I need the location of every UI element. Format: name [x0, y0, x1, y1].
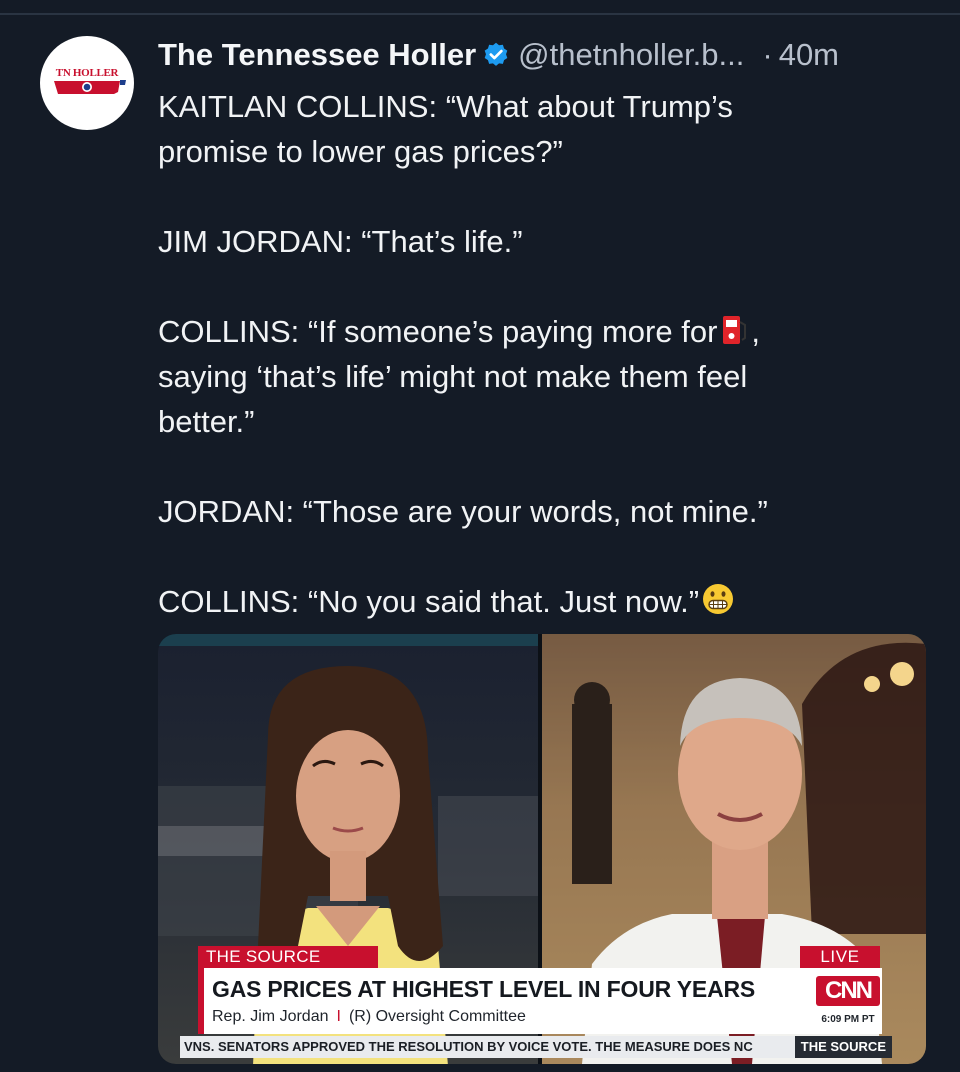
news-ticker: VNS. SENATORS APPROVED THE RESOLUTION BY…: [180, 1036, 892, 1058]
text-line: JORDAN: “Those are your words, not mine.…: [158, 494, 768, 529]
text-line: saying ‘that’s life’ might not make them…: [158, 359, 748, 394]
video-thumbnail[interactable]: THE SOURCE LIVE GAS PRICES AT HIGHEST LE…: [158, 634, 926, 1064]
headline: GAS PRICES AT HIGHEST LEVEL IN FOUR YEAR…: [212, 976, 756, 1002]
text-segment: COLLINS: “If someone’s paying more for: [158, 314, 718, 349]
headline-box: GAS PRICES AT HIGHEST LEVEL IN FOUR YEAR…: [198, 968, 882, 1034]
caption-separator: I: [336, 1008, 341, 1025]
text-segment: COLLINS: “No you said that. Just now.”: [158, 584, 700, 619]
guest-name: Rep. Jim Jordan: [212, 1008, 329, 1025]
tennessee-logo-icon: [54, 80, 126, 94]
news-lower-third: THE SOURCE LIVE GAS PRICES AT HIGHEST LE…: [158, 942, 926, 1064]
grimacing-face-icon: [703, 584, 734, 614]
live-badge: LIVE: [800, 946, 880, 968]
text-line: JIM JORDAN: “That’s life.”: [158, 224, 523, 259]
text-line: COLLINS: “No you said that. Just now.”: [158, 579, 878, 624]
text-line: better.”: [158, 404, 255, 439]
broadcast-clock: 6:09 PM PT: [821, 1014, 875, 1025]
show-name-tag: THE SOURCE: [198, 946, 378, 968]
ticker-show-name: THE SOURCE: [794, 1036, 892, 1058]
separator-dot: ·: [762, 37, 773, 72]
avatar-text: TN HOLLER: [55, 67, 119, 79]
post-text: KAITLAN COLLINS: “What about Trump’s pro…: [158, 84, 878, 624]
ticker-text: VNS. SENATORS APPROVED THE RESOLUTION BY…: [184, 1039, 753, 1054]
text-line: COLLINS: “If someone’s paying more for,: [158, 309, 878, 354]
cnn-logo-icon: CNN: [816, 976, 880, 1006]
guest-role: (R) Oversight Committee: [348, 1008, 526, 1025]
post-header: The Tennessee Holler @thetnholler.b... ·…: [158, 34, 938, 76]
avatar[interactable]: TN HOLLER: [40, 36, 134, 130]
text-line: KAITLAN COLLINS: “What about Trump’s: [158, 89, 733, 124]
timestamp[interactable]: 40m: [779, 37, 839, 73]
text-segment: ,: [751, 314, 761, 349]
text-line: promise to lower gas prices?”: [158, 134, 563, 169]
display-name[interactable]: The Tennessee Holler: [158, 37, 476, 73]
top-divider: [0, 13, 960, 15]
fuel-pump-icon: [723, 316, 747, 344]
handle[interactable]: @thetnholler.b...: [518, 37, 744, 73]
verified-badge-icon: [484, 42, 508, 66]
guest-caption: Rep. Jim Jordan I (R) Oversight Committee: [212, 1008, 526, 1026]
